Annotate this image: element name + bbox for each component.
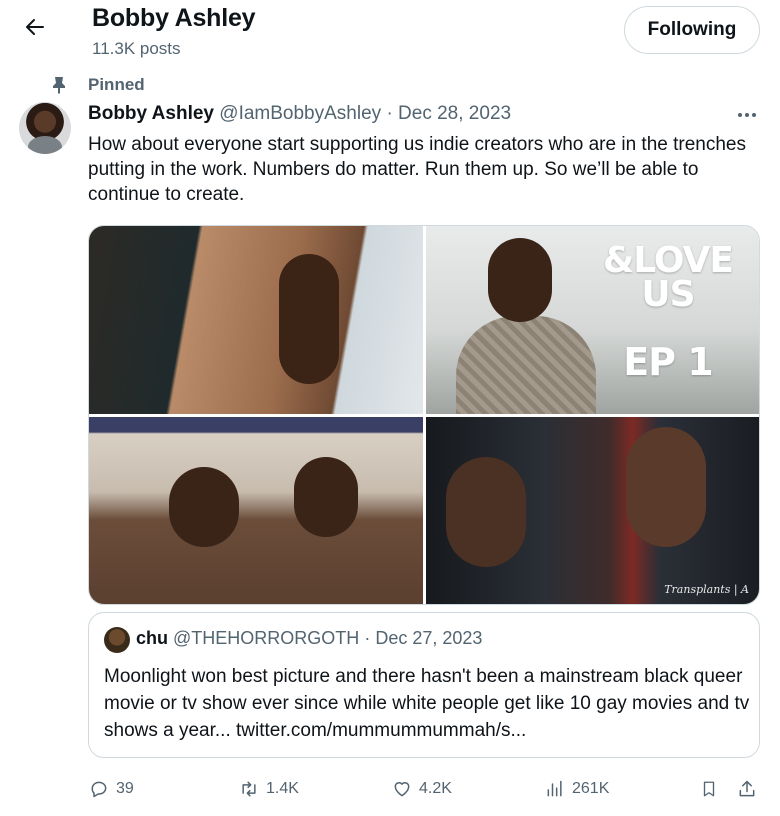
profile-name: Bobby Ashley	[92, 4, 256, 32]
media-photo-2[interactable]: &LOVE US EP 1	[425, 226, 759, 414]
media-photo-1[interactable]	[89, 226, 423, 414]
quote-avatar	[104, 627, 130, 653]
quote-text: Moonlight won best picture and there has…	[104, 666, 750, 741]
author-name[interactable]: Bobby Ashley	[88, 103, 214, 124]
like-count: 4.2K	[419, 780, 452, 797]
quote-author-name: chu	[136, 628, 169, 648]
pinned-label: Pinned	[88, 75, 145, 94]
repost-button[interactable]: 1.4K	[238, 774, 299, 804]
post-count: 11.3K posts	[92, 39, 181, 58]
views-chart-icon	[544, 778, 566, 800]
tweet-date[interactable]: Dec 28, 2023	[398, 103, 511, 124]
quote-header: chu @THEHORRORGOTH · Dec 27, 2023	[136, 628, 482, 649]
bookmark-icon	[698, 778, 720, 800]
author-handle[interactable]: @IamBobbyAshley	[219, 103, 381, 124]
following-button[interactable]: Following	[624, 6, 760, 54]
views-button[interactable]: 261K	[544, 774, 609, 804]
title-card-episode: EP 1	[623, 340, 713, 384]
repost-count: 1.4K	[266, 780, 299, 797]
more-options-button[interactable]	[735, 104, 759, 124]
share-button[interactable]	[736, 774, 764, 804]
reply-icon	[88, 778, 110, 800]
separator-dot: ·	[386, 103, 393, 124]
title-card-line1: &LOVE	[602, 240, 734, 281]
heart-icon	[391, 778, 413, 800]
pinned-indicator: Pinned	[50, 74, 145, 96]
repost-icon	[238, 778, 260, 800]
more-dots-icon	[737, 105, 757, 123]
reply-button[interactable]: 39	[88, 774, 134, 804]
avatar[interactable]	[19, 102, 71, 154]
title-card-line2: US	[641, 274, 695, 315]
tweet-text: How about everyone start supporting us i…	[88, 134, 746, 205]
tweet-header: Bobby Ashley @IamBobbyAshley · Dec 28, 2…	[88, 103, 511, 125]
media-photo-4[interactable]: Transplants | A	[425, 416, 759, 604]
view-count: 261K	[572, 780, 610, 797]
back-button[interactable]	[18, 12, 52, 46]
pin-icon	[50, 76, 68, 94]
media-grid: &LOVE US EP 1 Transplants | A	[88, 225, 760, 605]
bookmark-button[interactable]	[698, 774, 726, 804]
action-bar: 39 1.4K 4.2K 261K	[88, 774, 760, 804]
media-photo-3[interactable]	[89, 416, 423, 604]
separator-dot: ·	[364, 628, 371, 648]
arrow-left-icon	[23, 15, 47, 44]
quoted-tweet[interactable]: chu @THEHORRORGOTH · Dec 27, 2023 Moonli…	[88, 612, 760, 758]
reply-count: 39	[116, 780, 134, 797]
share-icon	[736, 778, 758, 800]
quote-date: Dec 27, 2023	[375, 628, 483, 648]
like-button[interactable]: 4.2K	[391, 774, 452, 804]
profile-header: Bobby Ashley 11.3K posts Following	[0, 0, 780, 68]
quote-handle: @THEHORRORGOTH	[173, 628, 360, 648]
photo-watermark: Transplants | A	[664, 583, 749, 596]
title-card: &LOVE US EP 1	[602, 240, 734, 385]
